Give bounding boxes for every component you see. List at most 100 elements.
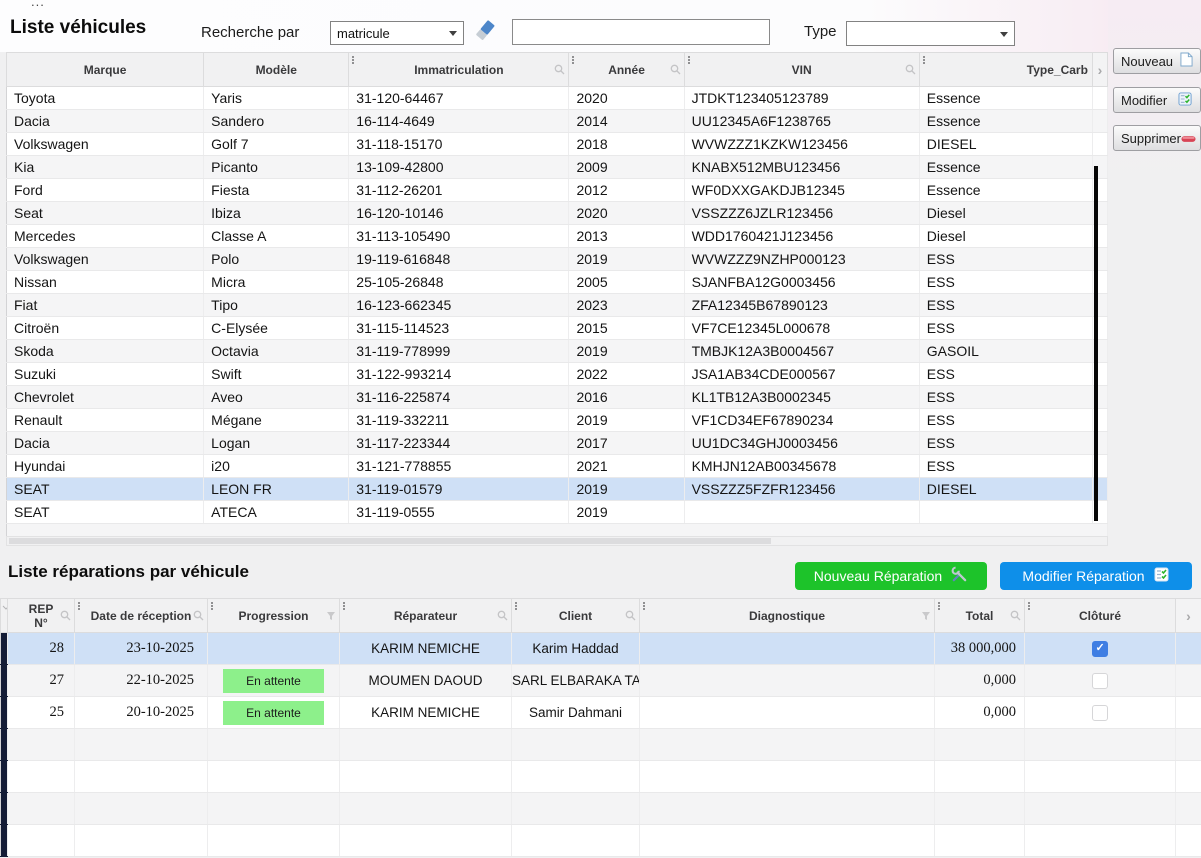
vertical-scrollbar[interactable] [1094,166,1098,521]
column-header-date-reception[interactable]: Date de réception [75,599,208,633]
cell-modele: ATECA [204,501,349,524]
column-search-icon[interactable] [670,64,681,78]
row-indicator [1,697,8,729]
edit-vehicle-button[interactable]: Modifier [1113,87,1201,113]
vehicle-row[interactable]: Dacia Logan 31-117-223344 2017 UU1DC34GH… [7,432,1108,455]
vehicle-row[interactable]: Dacia Sandero 16-114-4649 2014 UU12345A6… [7,110,1108,133]
column-drag-handle[interactable] [643,602,645,610]
column-header-diagnostique[interactable]: Diagnostique [640,599,935,633]
edit-repair-button[interactable]: Modifier Réparation [1000,562,1192,590]
column-drag-handle[interactable] [938,602,940,610]
vehicle-row[interactable]: Citroën C-Elysée 31-115-114523 2015 VF7C… [7,317,1108,340]
delete-vehicle-button[interactable]: Supprimer [1113,125,1201,151]
cell-annee: 2022 [569,363,684,386]
vehicle-row[interactable]: Toyota Yaris 31-120-64467 2020 JTDKT1234… [7,87,1108,110]
next-column-button[interactable]: › [1092,53,1107,87]
vehicle-row[interactable]: SEAT LEON FR 31-119-01579 2019 VSSZZZ5FZ… [7,478,1108,501]
cell-vin: ZFA12345B67890123 [684,294,919,317]
search-input[interactable] [512,19,770,45]
vehicle-row[interactable]: Ford Fiesta 31-112-26201 2012 WF0DXXGAKD… [7,179,1108,202]
cell-vin: TMBJK12A3B0004567 [684,340,919,363]
repair-row[interactable]: 25 20-10-2025 En attente KARIM NEMICHE S… [1,697,1201,729]
column-drag-handle[interactable] [923,56,925,64]
column-header-vin[interactable]: VIN [684,53,919,87]
cell-date-reception: 22-10-2025 [75,665,208,697]
vehicle-row[interactable]: Nissan Micra 25-105-26848 2005 SJANFBA12… [7,271,1108,294]
horizontal-scrollbar[interactable] [6,536,1108,546]
column-search-icon[interactable] [554,64,565,78]
column-header-client[interactable]: Client [512,599,640,633]
vehicle-row[interactable]: Mercedes Classe A 31-113-105490 2013 WDD… [7,225,1108,248]
column-drag-handle[interactable] [515,602,517,610]
column-search-icon[interactable] [193,610,204,624]
column-search-icon[interactable] [905,64,916,78]
vehicle-row[interactable]: Suzuki Swift 31-122-993214 2022 JSA1AB34… [7,363,1108,386]
column-header-immatriculation[interactable]: Immatriculation [349,53,569,87]
column-search-icon[interactable] [625,610,636,624]
repairs-table: REP N° Date de réception Progression Rép… [0,598,1201,857]
cell-annee: 2020 [569,202,684,225]
delete-icon [1181,131,1196,146]
cell-annee: 2005 [569,271,684,294]
column-filter-icon[interactable] [326,610,336,624]
clear-search-icon[interactable] [471,18,497,49]
vehicle-row[interactable]: Volkswagen Polo 19-119-616848 2019 WVWZZ… [7,248,1108,271]
column-header-modele[interactable]: Modèle [204,53,349,87]
repairs-header-row: REP N° Date de réception Progression Rép… [1,599,1201,633]
column-search-icon[interactable] [1010,610,1021,624]
column-drag-handle[interactable] [78,602,80,610]
search-field-select[interactable]: matricule [330,21,464,45]
vehicle-row[interactable]: Hyundai i20 31-121-778855 2021 KMHJN12AB… [7,455,1108,478]
cell-annee: 2009 [569,156,684,179]
new-repair-button[interactable]: Nouveau Réparation [795,562,987,590]
column-header-marque[interactable]: Marque [7,53,204,87]
cloture-checkbox[interactable] [1092,641,1108,657]
column-drag-handle[interactable] [1028,602,1030,610]
vehicle-row[interactable]: Chevrolet Aveo 31-116-225874 2016 KL1TB1… [7,386,1108,409]
repair-row[interactable]: 27 22-10-2025 En attente MOUMEN DAOUD SA… [1,665,1201,697]
column-drag-handle[interactable] [688,56,690,64]
column-header-progression[interactable]: Progression [208,599,340,633]
column-header-reparateur[interactable]: Réparateur [340,599,512,633]
type-select[interactable] [846,21,1015,46]
vehicle-row[interactable]: Renault Mégane 31-119-332211 2019 VF1CD3… [7,409,1108,432]
vehicle-row[interactable]: Volkswagen Golf 7 31-118-15170 2018 WVWZ… [7,133,1108,156]
cloture-checkbox[interactable] [1092,705,1108,721]
cell-annee: 2020 [569,87,684,110]
cell-client: SARL ELBARAKA TAX [512,665,640,697]
column-search-icon[interactable] [60,610,71,624]
vehicles-table-body: Toyota Yaris 31-120-64467 2020 JTDKT1234… [7,87,1108,524]
column-drag-handle[interactable] [343,602,345,610]
vehicle-row[interactable]: Fiat Tipo 16-123-662345 2023 ZFA12345B67… [7,294,1108,317]
column-header-total[interactable]: Total [935,599,1025,633]
cell-immatriculation: 19-119-616848 [349,248,569,271]
column-header-rep-no[interactable]: REP N° [8,599,75,633]
scrollbar-thumb[interactable] [9,538,771,544]
column-header-type-carb[interactable]: Type_Carb [919,53,1092,87]
column-drag-handle[interactable] [572,56,574,64]
vehicle-row[interactable]: Kia Picanto 13-109-42800 2009 KNABX512MB… [7,156,1108,179]
cell-type-carb: Diesel [919,225,1092,248]
column-search-icon[interactable] [497,610,508,624]
vehicle-row[interactable]: Skoda Octavia 31-119-778999 2019 TMBJK12… [7,340,1108,363]
empty-row [1,793,1201,825]
column-drag-handle[interactable] [211,602,213,610]
vehicle-row[interactable]: Seat Ibiza 16-120-10146 2020 VSSZZZ6JZLR… [7,202,1108,225]
new-vehicle-button[interactable]: Nouveau [1113,48,1201,74]
cell-marque: Kia [7,156,204,179]
cell-annee: 2014 [569,110,684,133]
column-header-cloture[interactable]: Clôturé [1025,599,1176,633]
column-drag-handle[interactable] [352,56,354,64]
repair-row[interactable]: 28 23-10-2025 KARIM NEMICHE Karim Haddad… [1,633,1201,665]
column-filter-icon[interactable] [921,610,931,624]
cloture-checkbox[interactable] [1092,673,1108,689]
cell-diagnostique [640,633,935,665]
cell-vin: VF1CD34EF67890234 [684,409,919,432]
column-header-annee[interactable]: Année [569,53,684,87]
cell-type-carb [919,501,1092,524]
vehicle-row[interactable]: SEAT ATECA 31-119-0555 2019 [7,501,1108,524]
repairs-empty-rows [1,729,1201,857]
status-badge: En attente [223,669,324,693]
next-column-button[interactable]: › [1176,599,1201,633]
cell-diagnostique [640,665,935,697]
